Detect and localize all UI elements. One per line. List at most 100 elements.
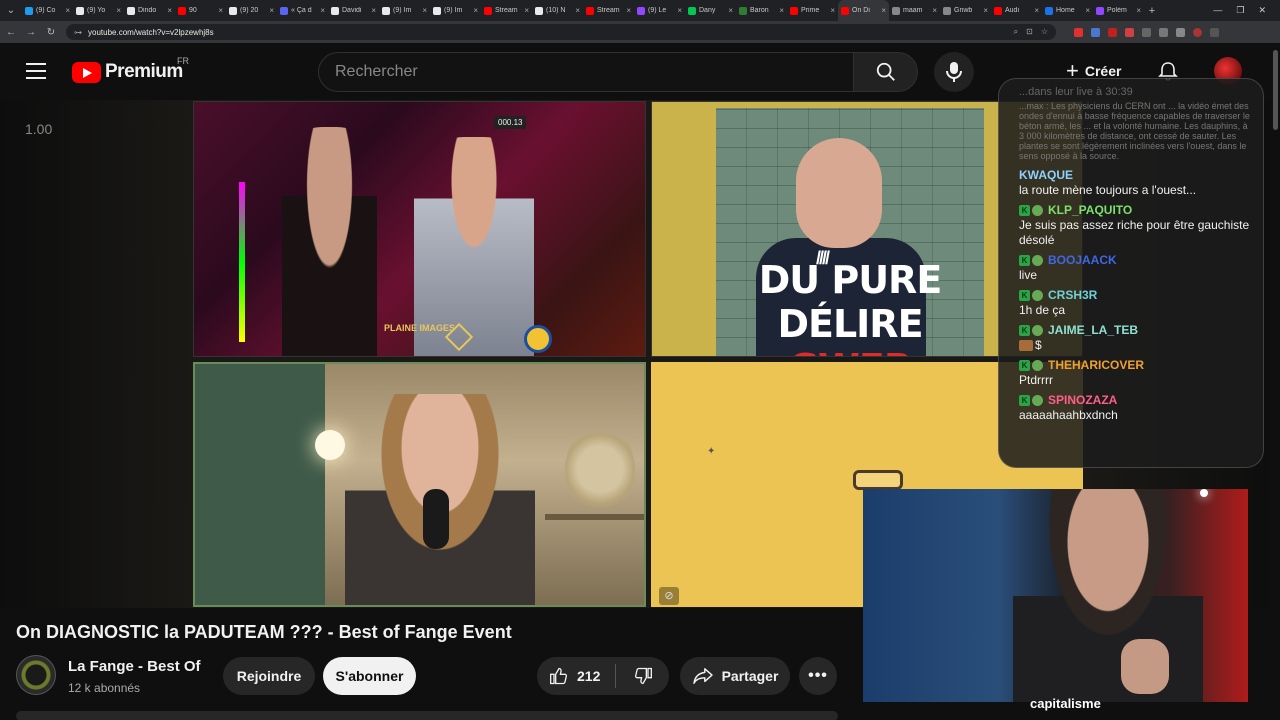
tab-close-icon[interactable]: × (983, 6, 988, 15)
extension-icon[interactable] (1108, 27, 1117, 37)
menu-icon[interactable] (26, 63, 46, 79)
join-button[interactable]: Rejoindre (223, 657, 315, 695)
tab-close-icon[interactable]: × (167, 6, 172, 15)
extension-icon[interactable] (1074, 27, 1083, 37)
share-button[interactable]: Partager (680, 657, 790, 695)
browser-tab[interactable]: Davidi × (328, 0, 379, 21)
youtube-logo[interactable]: Premium FR (72, 56, 189, 83)
subscribe-button[interactable]: S'abonner (323, 657, 416, 695)
browser-tab[interactable]: Stream × (583, 0, 634, 21)
page-scrollbar[interactable] (1270, 43, 1280, 720)
back-icon[interactable]: ← (6, 27, 16, 38)
tab-close-icon[interactable]: × (371, 6, 376, 15)
caption-line-1: DU PURE (758, 258, 943, 302)
forward-icon[interactable]: → (26, 27, 36, 38)
thumbs-up-icon (550, 667, 568, 685)
browser-tab[interactable]: Dindo × (124, 0, 175, 21)
reload-icon[interactable]: ↻ (46, 27, 56, 38)
scrollbar-thumb[interactable] (1273, 50, 1278, 130)
search-input[interactable]: Rechercher (318, 52, 854, 92)
chat-username[interactable]: BOOJAACK (1048, 253, 1117, 267)
browser-tab[interactable]: (10) N × (532, 0, 583, 21)
site-info-icon[interactable]: ⊶ (74, 28, 82, 37)
browser-tab[interactable]: Gnwb × (940, 0, 991, 21)
tab-close-icon[interactable]: × (473, 6, 478, 15)
browser-tab[interactable]: Audi × (991, 0, 1042, 21)
tab-close-icon[interactable]: × (626, 6, 631, 15)
browser-tab[interactable]: Prime × (787, 0, 838, 21)
tab-close-icon[interactable]: × (320, 6, 325, 15)
dislike-button[interactable] (616, 657, 669, 695)
browser-tab[interactable]: (9) Co × (22, 0, 73, 21)
search-button[interactable] (854, 52, 918, 92)
browser-tab[interactable]: Home × (1042, 0, 1093, 21)
tab-close-icon[interactable]: × (830, 6, 835, 15)
browser-tab[interactable]: (9) Yo × (73, 0, 124, 21)
browser-tab[interactable]: 90 × (175, 0, 226, 21)
caption-line-2: DÉLIRE GWER (716, 302, 984, 356)
install-icon[interactable]: ⊡ (1026, 27, 1033, 37)
minimize-button[interactable]: — (1213, 5, 1222, 16)
url-field[interactable]: ⊶ youtube.com/watch?v=v2lpzewhj8s ⌕ ⊡ ☆ (66, 24, 1056, 40)
bookmark-star-icon[interactable]: ☆ (1041, 27, 1048, 37)
browser-tab[interactable]: Dany × (685, 0, 736, 21)
chat-username[interactable]: KWAQUE (1019, 168, 1073, 182)
tab-favicon-icon (433, 6, 441, 15)
tab-close-icon[interactable]: × (779, 6, 784, 15)
maximize-button[interactable]: ❐ (1236, 5, 1244, 16)
zoom-icon[interactable]: ⌕ (1014, 27, 1018, 37)
description-box[interactable] (16, 711, 838, 720)
browser-tab[interactable]: maam × (889, 0, 940, 21)
tab-search-icon[interactable]: ⌄ (0, 0, 22, 21)
tab-close-icon[interactable]: × (65, 6, 70, 15)
tab-close-icon[interactable]: × (218, 6, 223, 15)
tab-close-icon[interactable]: × (677, 6, 682, 15)
browser-tab[interactable]: On Di × (838, 0, 889, 21)
browser-tab[interactable]: (9) 20 × (226, 0, 277, 21)
browser-tab[interactable]: Polém × (1093, 0, 1144, 21)
tab-title: « Ça d (291, 7, 312, 14)
tab-close-icon[interactable]: × (269, 6, 274, 15)
channel-avatar[interactable] (16, 655, 56, 695)
tab-close-icon[interactable]: × (116, 6, 121, 15)
subscriber-badge-icon: K (1019, 394, 1030, 406)
extension-icon[interactable] (1125, 27, 1134, 37)
extension-icon[interactable] (1142, 27, 1151, 37)
new-tab-button[interactable]: + (1144, 5, 1160, 17)
tab-close-icon[interactable]: × (422, 6, 427, 15)
tab-close-icon[interactable]: × (1034, 6, 1039, 15)
address-bar: ← → ↻ ⊶ youtube.com/watch?v=v2lpzewhj8s … (0, 21, 1280, 43)
tab-close-icon[interactable]: × (1136, 6, 1141, 15)
tab-close-icon[interactable]: × (524, 6, 529, 15)
tab-favicon-icon (229, 6, 237, 15)
chat-username[interactable]: JAIME_LA_TEB (1048, 323, 1138, 337)
tab-close-icon[interactable]: × (881, 6, 886, 15)
more-actions-button[interactable]: ••• (799, 657, 837, 695)
browser-tab[interactable]: (9) Im × (379, 0, 430, 21)
puzzle-icon[interactable] (1159, 27, 1168, 37)
browser-tab[interactable]: Baron × (736, 0, 787, 21)
chat-username[interactable]: CRSH3R (1048, 288, 1097, 302)
extension-icon[interactable] (1091, 27, 1100, 37)
browser-tab[interactable]: « Ça d × (277, 0, 328, 21)
tab-close-icon[interactable]: × (728, 6, 733, 15)
browser-tab[interactable]: (9) Le × (634, 0, 685, 21)
chat-username[interactable]: THEHARICOVER (1048, 358, 1144, 372)
channel-name[interactable]: La Fange - Best Of (68, 658, 201, 675)
like-button[interactable]: 212 (537, 657, 615, 695)
download-icon[interactable] (1176, 27, 1185, 37)
tab-close-icon[interactable]: × (932, 6, 937, 15)
tab-close-icon[interactable]: × (575, 6, 580, 15)
chat-username[interactable]: SPINOZAZA (1048, 393, 1117, 407)
browser-tab[interactable]: Stream × (481, 0, 532, 21)
green-wall (195, 364, 325, 605)
browser-tab[interactable]: (9) Im × (430, 0, 481, 21)
chat-username[interactable]: KLP_PAQUITO (1048, 203, 1132, 217)
voice-search-button[interactable] (934, 52, 974, 92)
profile-icon[interactable] (1193, 27, 1202, 37)
faded-chat-header: ...dans leur live à 30:39 (1019, 86, 1133, 98)
close-window-button[interactable]: ✕ (1258, 5, 1266, 16)
menu-dots-icon[interactable] (1210, 27, 1219, 37)
url-text: youtube.com/watch?v=v2lpzewhj8s (88, 27, 214, 37)
tab-close-icon[interactable]: × (1085, 6, 1090, 15)
